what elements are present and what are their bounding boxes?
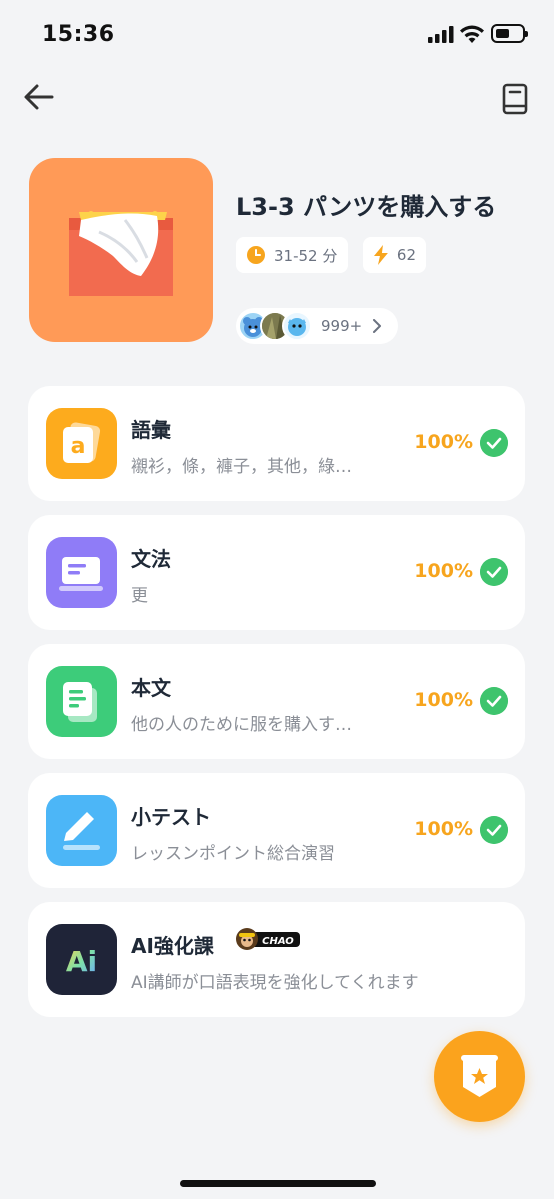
cellular-signal-icon [428,26,454,43]
section-card-ai[interactable]: Ai AI強化課 CHAO AI講師が口語表現を強化してくれます [28,902,525,1017]
section-card-grammar[interactable]: 文法 更 100% [28,515,525,630]
section-title: 語彙 [131,418,171,442]
section-progress: 100% [414,560,473,582]
section-subtitle: AI講師が口語表現を強化してくれます [131,973,419,993]
section-progress: 100% [414,431,473,453]
duration-text: 31-52 分 [274,246,338,265]
section-title: 本文 [131,676,171,700]
learners-button[interactable]: 999+ [236,308,398,344]
arrow-left-icon[interactable] [22,82,56,112]
avatar-character [282,311,312,341]
section-subtitle: 更 [131,586,148,606]
check-circle-icon [480,558,508,586]
duration-chip: 31-52 分 [236,237,348,273]
ai-icon: Ai [46,924,117,995]
section-title: 小テスト [131,805,211,829]
section-card-quiz[interactable]: 小テスト レッスンポイント総合演習 100% [28,773,525,888]
check-circle-icon [480,687,508,715]
section-progress: 100% [414,818,473,840]
svg-text:a: a [71,434,86,459]
energy-chip: 62 [363,237,426,273]
section-title: 文法 [131,547,171,571]
section-subtitle: 襯衫，條，褲子，其他，綠… [131,457,352,477]
section-progress: 100% [414,689,473,711]
clock-icon [247,246,265,264]
chao-badge-text: CHAO [262,936,294,947]
lesson-cover-image [29,158,213,342]
svg-text:Ai: Ai [66,945,97,978]
energy-text: 62 [396,246,416,264]
book-icon[interactable] [500,82,530,116]
section-title: AI強化課 [131,934,214,958]
section-subtitle: 他の人のために服を購入す… [131,715,352,735]
home-indicator [180,1180,376,1187]
chevron-right-icon [373,319,381,333]
section-subtitle: レッスンポイント総合演習 [131,844,335,864]
text-icon [46,666,117,737]
section-card-text[interactable]: 本文 他の人のために服を購入す… 100% [28,644,525,759]
status-time: 15:36 [42,22,115,47]
wifi-icon [460,25,484,43]
shopping-bag-illustration [69,211,173,296]
badge-star-icon [461,1055,498,1097]
check-circle-icon [480,429,508,457]
achievement-badge-button[interactable] [434,1031,525,1122]
chao-badge-icon: CHAO [236,928,300,950]
vocabulary-icon: a [46,408,117,479]
learners-count: 999+ [321,317,363,335]
battery-icon [491,24,528,43]
lightning-icon [373,245,388,265]
section-card-vocabulary[interactable]: a 語彙 襯衫，條，褲子，其他，綠… 100% [28,386,525,501]
lesson-title: L3-3 パンツを購入する [236,193,497,221]
quiz-icon [46,795,117,866]
check-circle-icon [480,816,508,844]
grammar-icon [46,537,117,608]
